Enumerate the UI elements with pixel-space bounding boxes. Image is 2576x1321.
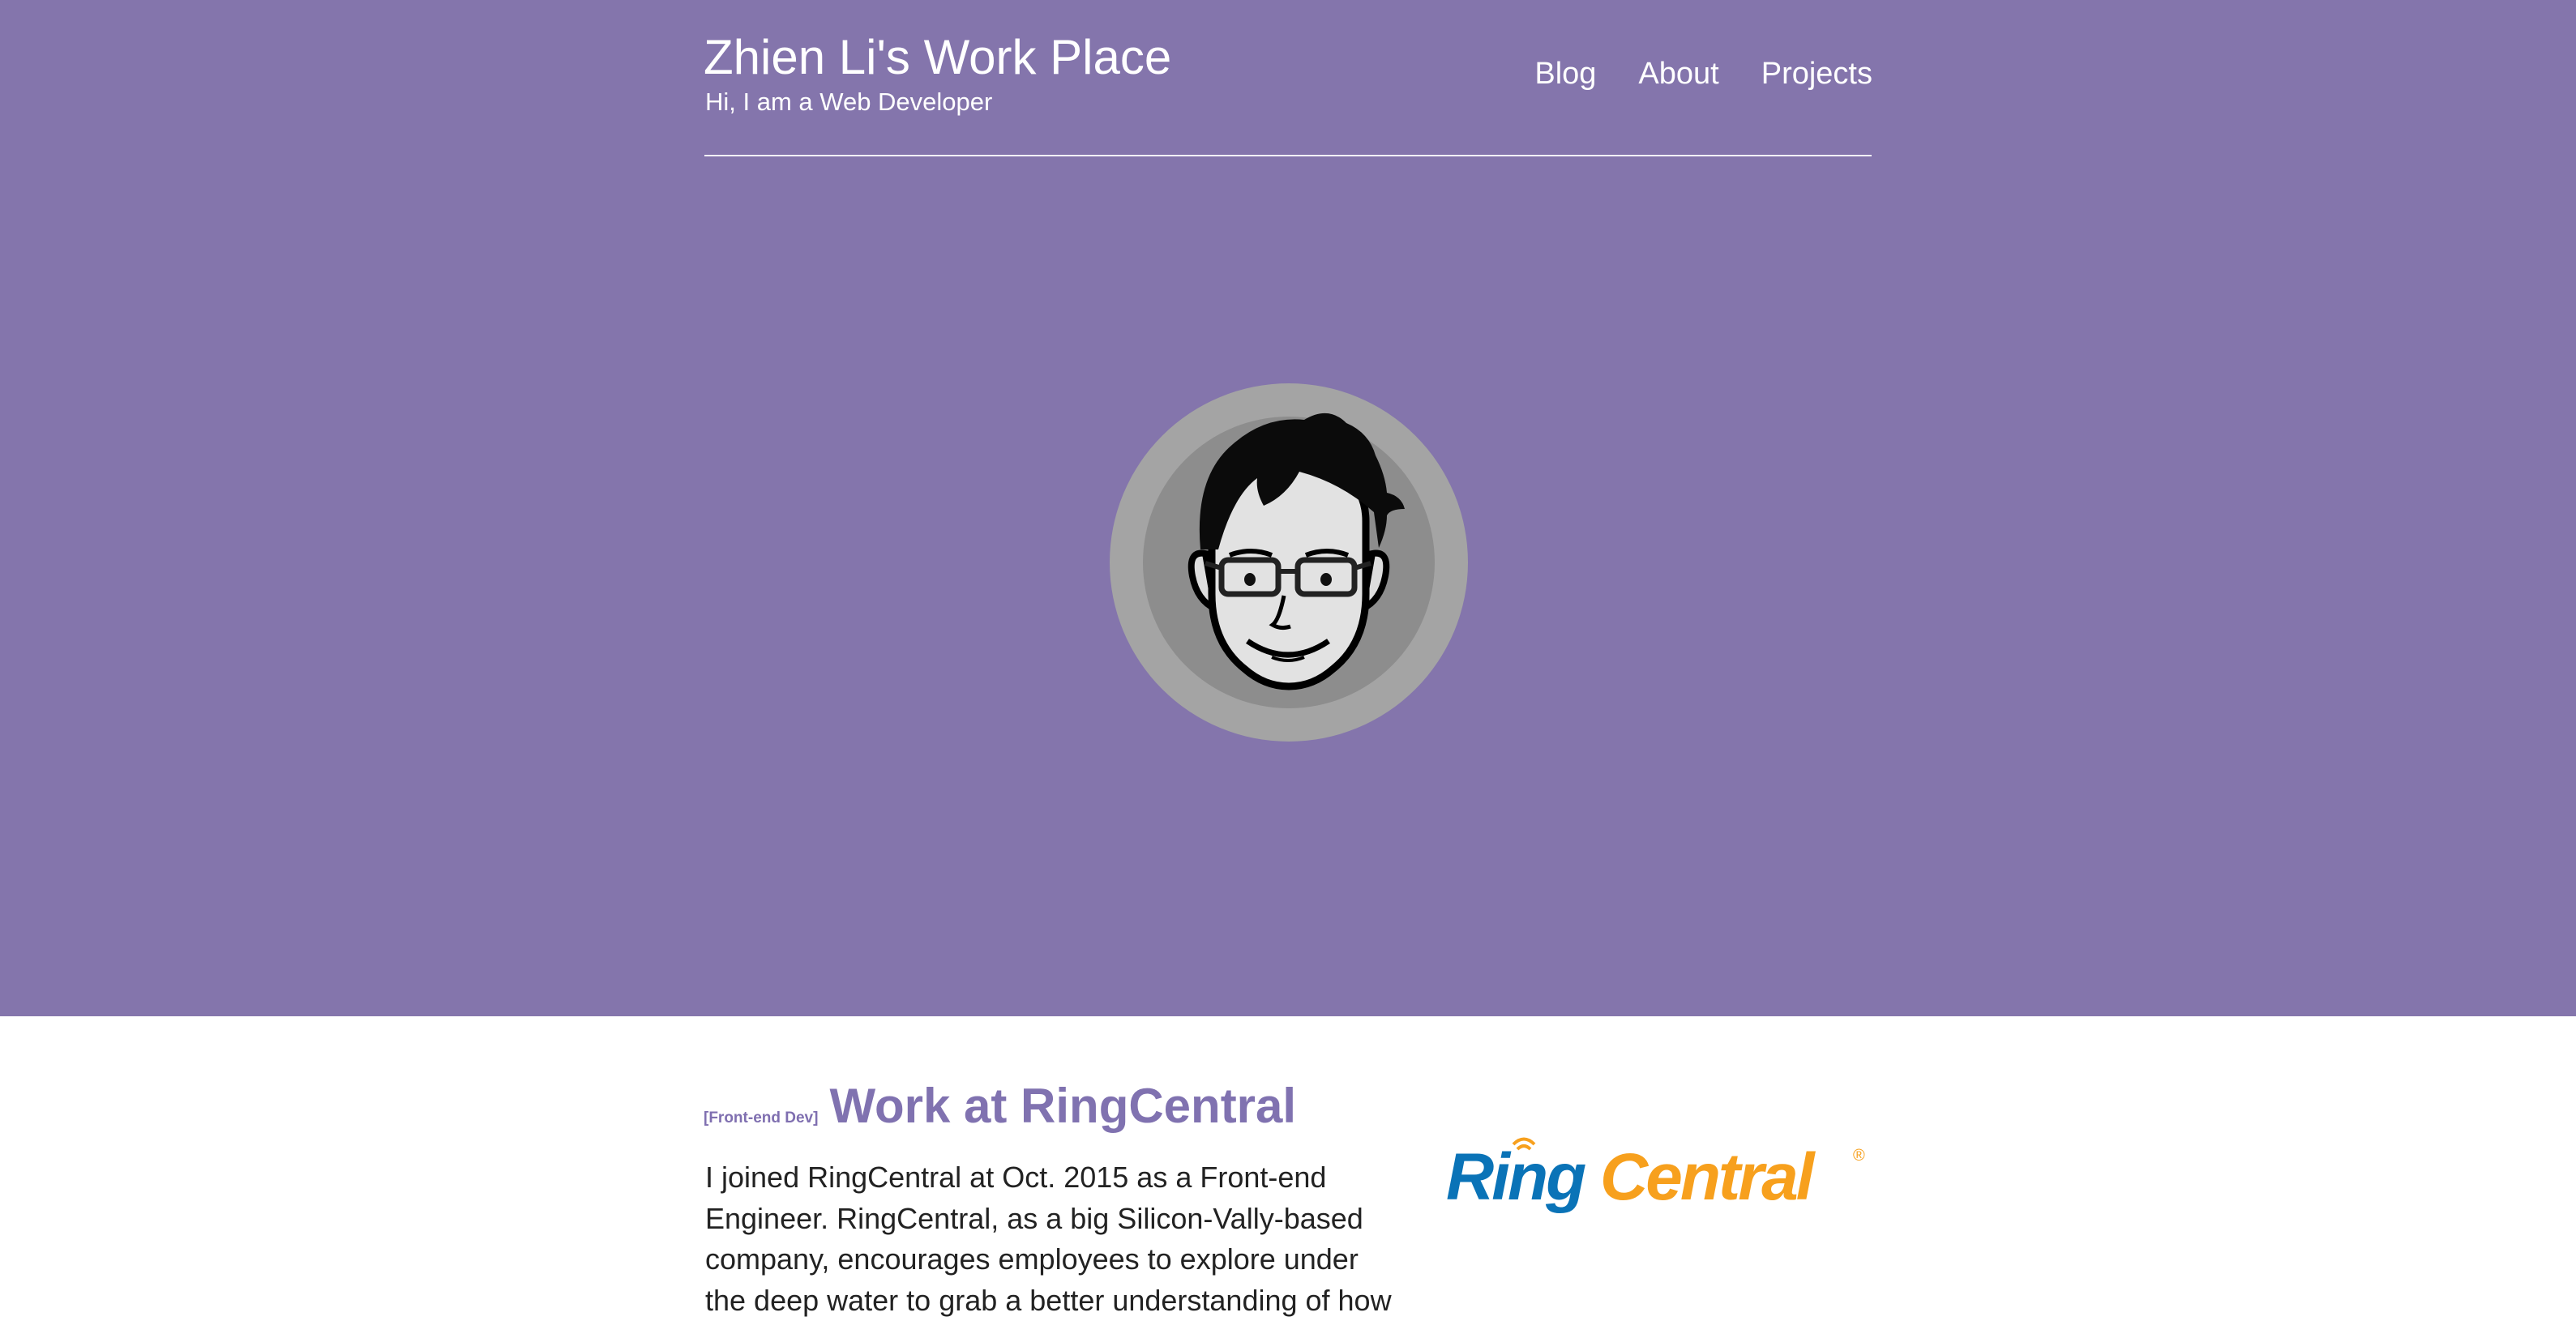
nav-blog-link[interactable]: Blog: [1534, 57, 1596, 92]
post-tag: [Front-end Dev]: [704, 1109, 819, 1126]
nav-projects-link[interactable]: Projects: [1761, 57, 1872, 92]
logo-registered-mark: ®: [1853, 1147, 1865, 1165]
post-title[interactable]: Work at RingCentral: [829, 1079, 1296, 1133]
logo-text-ring: Ring: [1446, 1140, 1585, 1214]
header-divider: [704, 155, 1872, 156]
site-subtitle: Hi, I am a Web Developer: [705, 88, 993, 116]
logo-text-central: Central: [1600, 1140, 1816, 1214]
ringcentral-logo: Ring Central ®: [1446, 1137, 1865, 1214]
nav-about-link[interactable]: About: [1638, 57, 1718, 92]
site-title[interactable]: Zhien Li's Work Place: [704, 29, 1171, 85]
hero-banner: Zhien Li's Work Place Hi, I am a Web Dev…: [0, 0, 2576, 1016]
post-body: I joined RingCentral at Oct. 2015 as a F…: [705, 1161, 1392, 1317]
post-heading: [Front-end Dev] Work at RingCentral: [704, 1078, 1296, 1134]
main-nav: Blog About Projects: [1534, 57, 1872, 92]
avatar-icon: [1110, 383, 1468, 742]
